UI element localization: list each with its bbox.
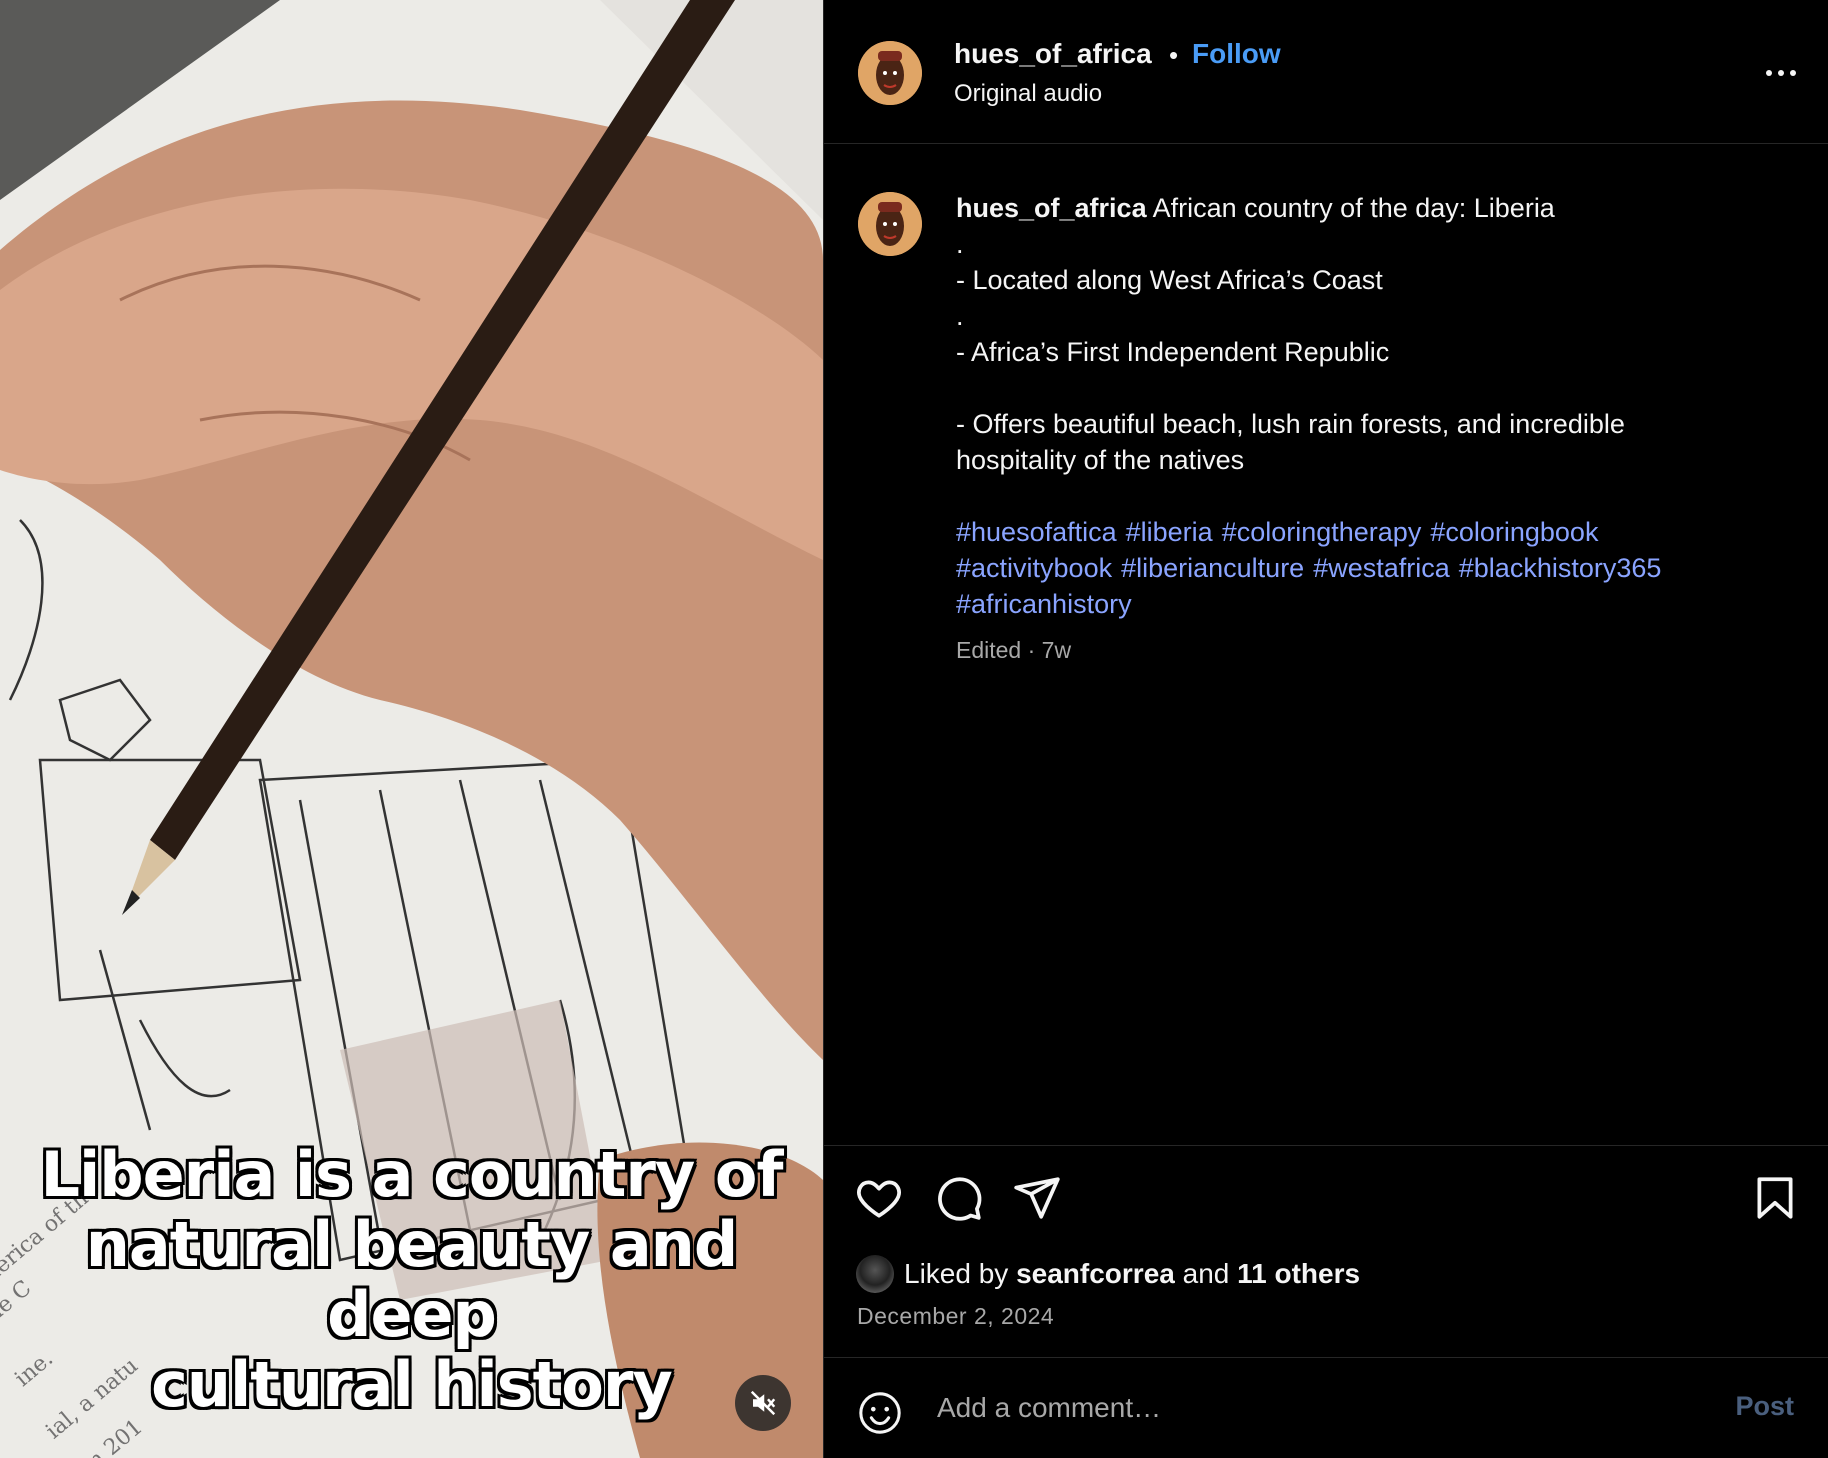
hashtag-link[interactable]: #blackhistory365 [1459,553,1662,583]
separator-dot: • [1169,40,1179,70]
speaker-muted-icon [750,1390,776,1416]
action-bar-divider [824,1145,1828,1146]
emoji-picker-button[interactable] [857,1390,903,1436]
mute-toggle-button[interactable] [735,1375,791,1431]
caption-avatar[interactable] [858,192,922,256]
post-header: hues_of_africa • Follow Original audio [824,0,1828,144]
more-options-button[interactable] [1761,58,1801,88]
liker-username[interactable]: seanfcorrea [1016,1258,1175,1290]
caption-text: African country of the day: Liberia [1152,193,1555,223]
caption-text: - Located along West Africa’s Coast [956,265,1383,295]
post-caption: hues_of_africa African country of the da… [956,190,1776,668]
likes-summary: Liked by seanfcorrea and 11 others [856,1255,1360,1293]
profile-avatar[interactable] [858,41,922,105]
hashtag-link[interactable]: #coloringbook [1430,517,1598,547]
liker-avatar[interactable] [856,1255,894,1293]
caption-text: hospitality of the natives [956,445,1245,475]
hashtag-link[interactable]: #africanhistory [956,589,1132,619]
post-details-panel: hues_of_africa • Follow Original audio h… [823,0,1828,1458]
comment-input[interactable] [937,1388,1637,1428]
caption-avatar-image [858,192,922,256]
video-caption-line: natural beauty and deep [85,1208,738,1351]
hashtag-list: #huesofaftica #liberia #coloringtherapy #co… [956,514,1776,622]
comment-bar: Post [824,1357,1828,1458]
header-username[interactable]: hues_of_africa [954,38,1152,70]
caption-text: - Africa’s First Independent Republic [956,337,1390,367]
caption-text: - Offers beautiful beach, lush rain fore… [956,409,1625,439]
caption-text [956,370,1776,406]
post-date[interactable]: December 2, 2024 [857,1303,1054,1330]
reel-video[interactable]: America of the the C ine. ial, a natu . … [0,0,823,1458]
caption-text: . [956,229,964,259]
smiley-icon [859,1392,901,1434]
caption-first-line: hues_of_africa African country of the da… [956,190,1776,226]
likes-others-link[interactable]: 11 others [1237,1258,1360,1290]
post-comment-button[interactable]: Post [1735,1391,1794,1422]
original-audio-link[interactable]: Original audio [954,80,1102,108]
more-horizontal-icon [1766,70,1796,76]
heart-icon [857,1180,901,1218]
save-button[interactable] [1750,1173,1800,1223]
likes-prefix: Liked by [904,1258,1009,1289]
video-caption: Liberia is a country of natural beauty a… [0,1140,823,1420]
comment-bubble-icon [938,1177,982,1221]
hashtag-link[interactable]: #activitybook [956,553,1112,583]
paper-plane-icon [1014,1177,1060,1219]
comment-button[interactable] [934,1173,984,1223]
bookmark-icon [1757,1177,1793,1219]
like-button[interactable] [854,1173,904,1223]
share-button[interactable] [1012,1173,1062,1223]
hashtag-link[interactable]: #huesofaftica [956,517,1117,547]
follow-button[interactable]: Follow [1192,38,1281,70]
post-meta: Edited · 7w [956,637,1072,663]
profile-avatar-image [858,41,922,105]
hashtag-link[interactable]: #liberia [1126,517,1213,547]
caption-username[interactable]: hues_of_africa [956,193,1147,223]
video-caption-line: cultural history [151,1348,673,1421]
video-caption-line: Liberia is a country of [40,1138,783,1211]
likes-joiner: and [1182,1258,1230,1289]
hashtag-link[interactable]: #coloringtherapy [1222,517,1422,547]
hashtag-link[interactable]: #liberianculture [1121,553,1304,583]
hashtag-link[interactable]: #westafrica [1313,553,1450,583]
caption-text: . [956,301,964,331]
